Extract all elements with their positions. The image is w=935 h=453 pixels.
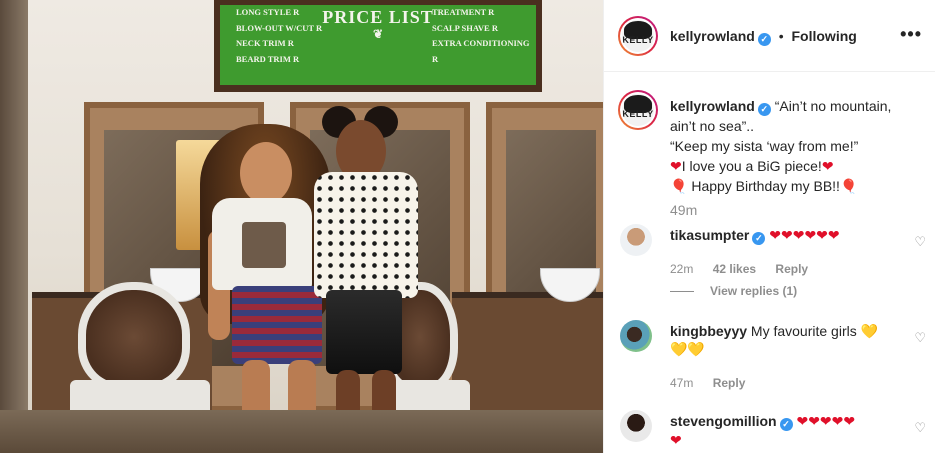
comment-item: tikasumpter ✓ ❤❤❤❤❤❤ ♡ 22m 42 likes Reply… (604, 224, 935, 304)
verified-badge-icon: ✓ (779, 418, 793, 431)
red-heart-icon: ❤ (821, 158, 834, 174)
yellow-heart-icon: 💛💛 (670, 341, 705, 357)
post-side-panel: KELLY kellyrowland ✓ • Following ••• KELL… (603, 0, 935, 453)
caption-text: ain’t no sea”.. (670, 118, 755, 134)
comment-timestamp[interactable]: 22m (670, 262, 693, 276)
avatar-text: KELLY (622, 108, 654, 119)
avatar-text: KELLY (622, 34, 654, 45)
commenter-username[interactable]: tikasumpter (670, 227, 749, 243)
comment-text: My favourite girls (750, 323, 857, 339)
red-heart-icon: ❤ (670, 158, 682, 174)
view-replies-label: View replies (1) (710, 284, 798, 298)
commenter-avatar[interactable] (620, 320, 652, 352)
comment-body: tikasumpter ✓ ❤❤❤❤❤❤ (670, 226, 900, 245)
price-list-sign: LONG STYLE R BLOW-OUT W/CUT R NECK TRIM … (214, 0, 542, 92)
comment-item: stevengomillion ✓ ❤❤❤❤❤ ❤ ♡ (604, 410, 935, 453)
more-options-icon[interactable]: ••• (900, 24, 922, 45)
comment-meta: 47m Reply (670, 376, 745, 390)
post-photo[interactable]: LONG STYLE R BLOW-OUT W/CUT R NECK TRIM … (0, 0, 603, 453)
yellow-heart-icon: 💛 (860, 323, 879, 339)
sign-item: TREATMENT R (432, 7, 495, 17)
header-username[interactable]: kellyrowland (670, 28, 755, 44)
comment-body: stevengomillion ✓ ❤❤❤❤❤ ❤ (670, 412, 900, 449)
replies-divider (670, 291, 694, 293)
balloon-icon: 🎈 (839, 178, 858, 194)
commenter-username[interactable]: kingbbeyyy (670, 323, 747, 339)
comment-text: ❤❤❤❤❤❤ (769, 227, 840, 243)
sign-right-column: TREATMENT R SCALP SHAVE R EXTRA CONDITIO… (432, 5, 536, 67)
sign-item: EXTRA CONDITIONING R (432, 38, 530, 64)
commenter-avatar[interactable] (620, 410, 652, 442)
header-user-line: kellyrowland ✓ • Following (670, 28, 857, 46)
commenter-username[interactable]: stevengomillion (670, 413, 777, 429)
comment-body: kingbbeyyy My favourite girls 💛 💛💛 (670, 322, 900, 358)
separator-dot: • (778, 28, 784, 44)
salon-counter (452, 292, 603, 412)
comment-likes[interactable]: 42 likes (713, 262, 756, 276)
caption-text: “Ain’t no mountain, (774, 98, 892, 114)
reply-button[interactable]: Reply (775, 262, 808, 276)
verified-badge-icon: ✓ (752, 232, 766, 245)
comment-meta: 22m 42 likes Reply (670, 262, 808, 276)
photo-wall-edge (0, 0, 28, 453)
caption-text: Happy Birthday my BB!! (691, 178, 840, 194)
comment-text: ❤ (670, 432, 682, 448)
post-caption: kellyrowland ✓ “Ain’t no mountain, ain’t … (670, 96, 925, 196)
verified-badge-icon: ✓ (757, 103, 771, 116)
post-header: KELLY kellyrowland ✓ • Following ••• (604, 0, 935, 72)
like-heart-icon[interactable]: ♡ (914, 330, 926, 346)
commenter-avatar[interactable] (620, 224, 652, 256)
following-button[interactable]: Following (792, 28, 857, 44)
caption-avatar[interactable]: KELLY (618, 90, 658, 130)
sign-item: BEARD TRIM R (236, 53, 300, 64)
like-heart-icon[interactable]: ♡ (914, 420, 926, 436)
view-replies-button[interactable]: View replies (1) (670, 284, 797, 298)
balloon-icon: 🎈 (670, 178, 688, 194)
sign-item: SCALP SHAVE R (432, 22, 498, 33)
header-avatar[interactable]: KELLY (618, 16, 658, 56)
caption-timestamp[interactable]: 49m (670, 202, 697, 218)
comment-timestamp[interactable]: 47m (670, 376, 693, 390)
floor (0, 410, 603, 453)
verified-badge-icon: ✓ (757, 33, 771, 46)
like-heart-icon[interactable]: ♡ (914, 234, 926, 250)
caption-username[interactable]: kellyrowland (670, 98, 755, 114)
comment-item: kingbbeyyy My favourite girls 💛 💛💛 ♡ 47m… (604, 320, 935, 400)
caption-text: “Keep my sista ‘way from me!” (670, 138, 859, 154)
caption-text: I love you a BiG piece! (681, 158, 822, 174)
reply-button[interactable]: Reply (713, 376, 746, 390)
comment-text: ❤❤❤❤❤ (796, 413, 856, 429)
